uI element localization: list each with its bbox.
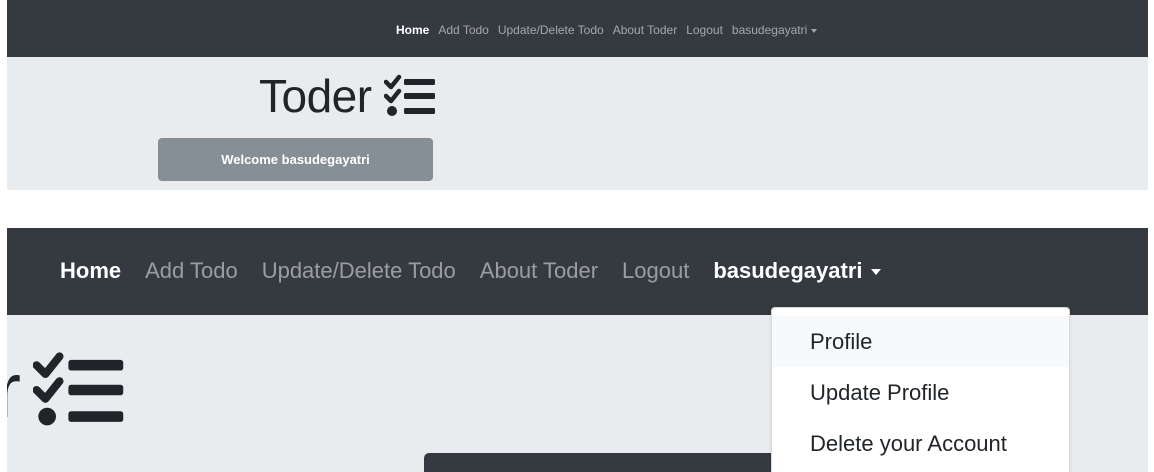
navbar-zoomed: Home Add Todo Update/Delete Todo About T… [7,228,1148,315]
nav-user-dropdown-toggle[interactable]: basudegayatri [731,22,818,38]
nav-logout-link[interactable]: Logout [686,22,723,38]
brand-title: Toder [259,70,372,122]
nav-home-link[interactable]: Home [396,22,429,38]
caret-down-icon [870,269,881,276]
welcome-button-partial[interactable] [424,453,784,472]
nav-home-link-zoomed[interactable]: Home [60,257,121,285]
nav-add-todo-link-zoomed[interactable]: Add Todo [145,257,238,285]
checklist-icon [383,74,435,116]
nav-about-link[interactable]: About Toder [613,22,678,38]
user-dropdown-menu: Profile Update Profile Delete your Accou… [771,307,1070,472]
screenshot-panel-zoomed: Home Add Todo Update/Delete Todo About T… [7,228,1148,472]
checklist-icon [32,352,124,426]
nav-logout-link-zoomed[interactable]: Logout [622,257,689,285]
navbar: Home Add Todo Update/Delete Todo About T… [7,0,1148,57]
welcome-button[interactable]: Welcome basudegayatri [158,138,433,181]
screenshot-panel-small: Home Add Todo Update/Delete Todo About T… [7,0,1148,190]
nav-about-link-zoomed[interactable]: About Toder [480,257,598,285]
nav-user-dropdown-toggle-zoomed[interactable]: basudegayatri [713,257,881,285]
nav-user-label-zoomed: basudegayatri [713,258,863,283]
nav-links-zoomed: Home Add Todo Update/Delete Todo About T… [60,257,881,285]
nav-update-delete-link[interactable]: Update/Delete Todo [498,22,604,38]
brand-title-cropped: r [7,346,21,434]
dropdown-item-delete-account[interactable]: Delete your Account [772,418,1069,469]
nav-add-todo-link[interactable]: Add Todo [438,22,489,38]
nav-user-label: basudegayatri [731,23,808,37]
page-title: Toder [259,71,436,121]
caret-down-icon [811,28,818,33]
nav-update-delete-link-zoomed[interactable]: Update/Delete Todo [262,257,456,285]
dropdown-item-profile[interactable]: Profile [772,316,1069,367]
page-title-zoomed: r [7,350,125,430]
dropdown-item-update-profile[interactable]: Update Profile [772,367,1069,418]
nav-links: Home Add Todo Update/Delete Todo About T… [396,22,826,38]
